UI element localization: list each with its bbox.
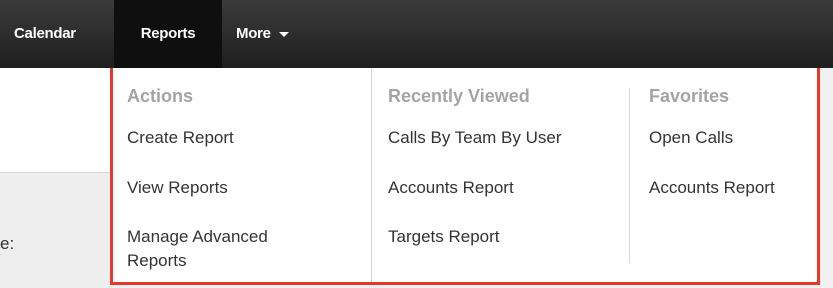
section-title-favorites: Favorites <box>649 86 730 106</box>
menu-column-recently-viewed: Recently Viewed Calls By Team By User Ac… <box>371 68 630 282</box>
menu-item-favorite-accounts-report[interactable]: Accounts Report <box>649 176 775 200</box>
content-band <box>0 172 110 288</box>
menu-item-view-reports[interactable]: View Reports <box>127 176 228 200</box>
nav-tab-calendar[interactable]: Calendar <box>10 0 114 68</box>
nav-tab-reports-label: Reports <box>140 25 196 42</box>
menu-item-create-report[interactable]: Create Report <box>127 126 234 150</box>
section-title-recently-viewed: Recently Viewed <box>388 86 530 106</box>
nav-tab-calendar-label: Calendar <box>14 25 76 42</box>
nav-tab-more-label: More <box>236 25 271 42</box>
chevron-down-icon <box>278 31 289 37</box>
top-navigation-bar: Calendar Reports More <box>0 0 833 68</box>
reports-dropdown-menu: Actions Create Report View Reports Manag… <box>110 68 820 285</box>
menu-column-favorites: Favorites Open Calls Accounts Report <box>629 68 819 282</box>
nav-tab-reports[interactable]: Reports <box>114 0 222 68</box>
section-title-actions: Actions <box>127 86 194 106</box>
nav-tab-more[interactable]: More <box>226 0 346 68</box>
menu-item-open-calls[interactable]: Open Calls <box>649 126 733 150</box>
page-background: e: <box>0 68 110 288</box>
menu-item-accounts-report[interactable]: Accounts Report <box>388 176 514 200</box>
menu-item-manage-advanced-reports[interactable]: Manage Advanced Reports <box>127 225 317 273</box>
partial-field-label: e: <box>0 234 15 253</box>
menu-item-calls-by-team-by-user[interactable]: Calls By Team By User <box>388 126 562 150</box>
menu-item-targets-report[interactable]: Targets Report <box>388 225 500 249</box>
menu-column-actions: Actions Create Report View Reports Manag… <box>113 68 371 282</box>
